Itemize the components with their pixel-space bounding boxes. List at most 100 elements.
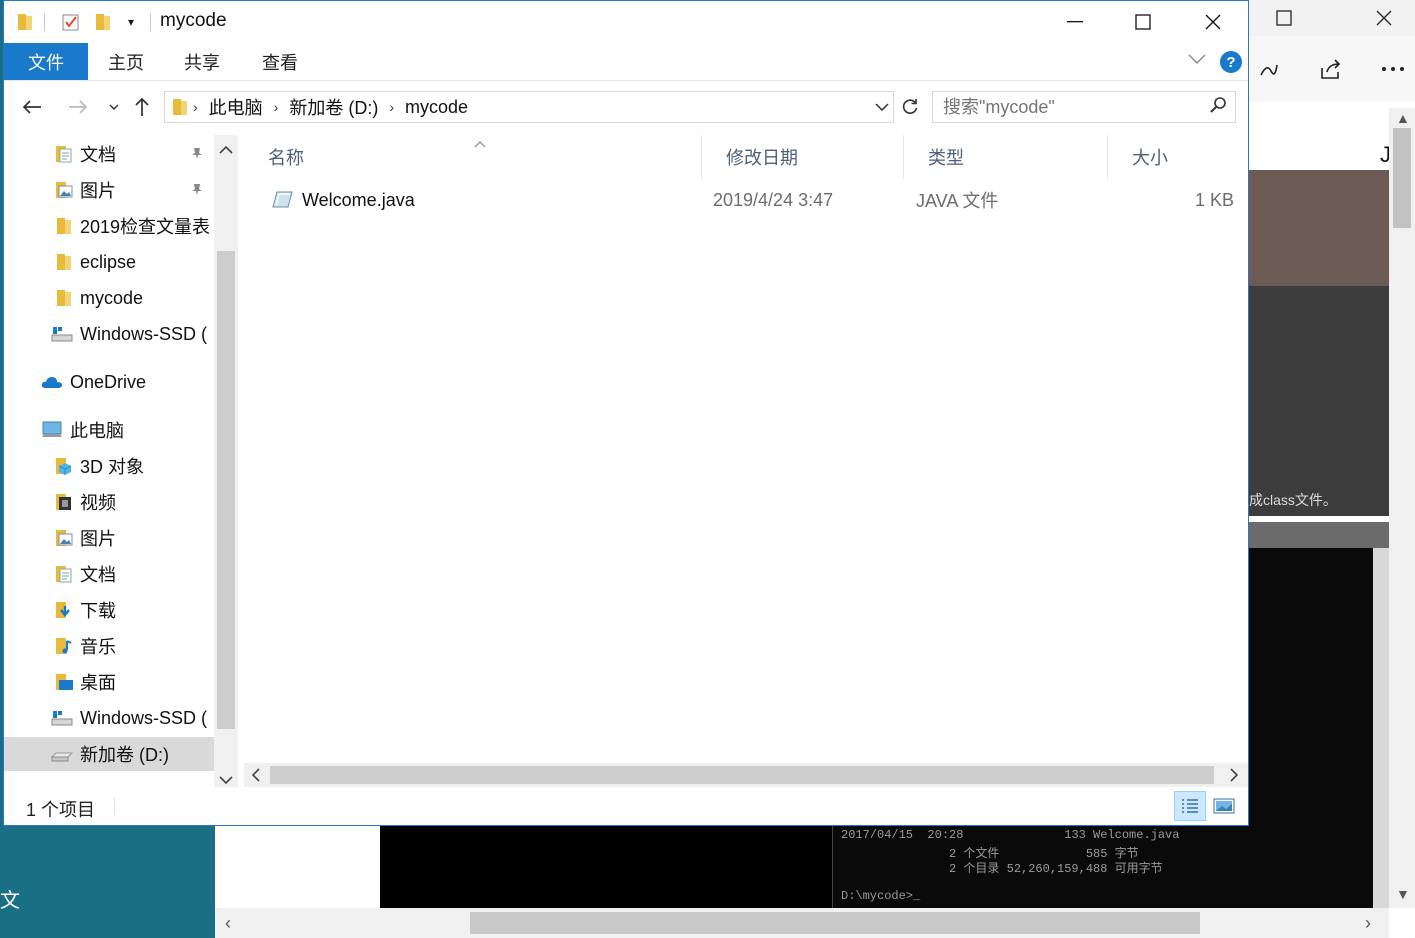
- nav-item-documents[interactable]: 文档: [4, 557, 214, 591]
- cmd-line: D:\mycode>_: [841, 889, 921, 903]
- breadcrumb-separator-icon[interactable]: ›: [385, 99, 398, 115]
- arrow-left-icon: [22, 100, 41, 114]
- pictures-icon: [54, 180, 74, 200]
- close-button[interactable]: [1178, 1, 1248, 43]
- folder-icon: [14, 11, 36, 33]
- scroll-down-icon[interactable]: [219, 771, 233, 787]
- large-icons-view-button[interactable]: [1208, 791, 1240, 821]
- column-header-size[interactable]: 大小: [1108, 135, 1244, 179]
- scrollbar-thumb[interactable]: [470, 912, 1200, 934]
- scroll-left-icon[interactable]: [251, 768, 260, 785]
- scroll-down-icon[interactable]: ▼: [1396, 886, 1410, 902]
- nav-pane-scrollbar[interactable]: [214, 135, 238, 787]
- background-maximize-button[interactable]: [1253, 0, 1315, 36]
- breadcrumb-mycode[interactable]: mycode: [398, 97, 475, 118]
- nav-item-label: 图片: [80, 181, 116, 201]
- background-vertical-scrollbar[interactable]: ▲ ▼: [1389, 108, 1415, 908]
- scroll-right-icon[interactable]: ›: [1365, 913, 1371, 934]
- tab-share[interactable]: 共享: [168, 43, 236, 80]
- breadcrumb-drive-d[interactable]: 新加卷 (D:): [282, 94, 385, 120]
- more-icon[interactable]: [1373, 54, 1413, 84]
- table-row[interactable]: Welcome.java 2019/4/24 3:47 JAVA 文件 1 KB: [244, 183, 1248, 217]
- properties-icon[interactable]: [60, 11, 82, 33]
- nav-item-3d-objects[interactable]: 3D 对象: [4, 449, 214, 483]
- scroll-right-icon[interactable]: [1230, 768, 1239, 785]
- address-toolbar: › 此电脑 › 新加卷 (D:) › mycode: [4, 81, 1248, 133]
- back-button[interactable]: [18, 93, 46, 121]
- scrollbar-thumb[interactable]: [217, 251, 235, 729]
- new-folder-icon[interactable]: [92, 11, 114, 33]
- cloud-icon: [40, 372, 64, 392]
- pictures-icon: [54, 528, 74, 548]
- nav-item-onedrive[interactable]: OneDrive: [4, 365, 214, 399]
- nav-item-2019-folder[interactable]: 2019检查文量表: [4, 209, 214, 243]
- status-bar: 1 个项目: [4, 787, 1248, 825]
- desktop-icon: [54, 672, 74, 692]
- scroll-left-icon[interactable]: ‹: [225, 913, 231, 934]
- nav-item-desktop[interactable]: 桌面: [4, 665, 214, 699]
- recent-locations-button[interactable]: [100, 93, 128, 121]
- expand-ribbon-icon[interactable]: [1188, 51, 1206, 69]
- nav-item-label: 文档: [80, 565, 116, 585]
- share-icon[interactable]: [1311, 54, 1351, 84]
- cmd-scrollbar[interactable]: [1373, 548, 1389, 908]
- nav-item-eclipse[interactable]: eclipse: [4, 245, 214, 279]
- nav-item-videos[interactable]: 视频: [4, 485, 214, 519]
- separator: [114, 797, 115, 815]
- background-close-button[interactable]: [1353, 0, 1415, 36]
- search-box[interactable]: [932, 91, 1236, 123]
- document-icon: [54, 144, 74, 164]
- tab-home[interactable]: 主页: [92, 43, 160, 80]
- nav-item-label: 视频: [80, 493, 116, 513]
- maximize-button[interactable]: [1108, 1, 1178, 43]
- nav-item-this-pc[interactable]: 此电脑: [4, 413, 214, 447]
- column-header-type[interactable]: 类型: [904, 135, 1108, 179]
- nav-item-mycode[interactable]: mycode: [4, 281, 214, 315]
- nav-item-downloads[interactable]: 下载: [4, 593, 214, 627]
- nav-item-documents-pinned[interactable]: 文档: [4, 137, 214, 171]
- nav-item-pictures[interactable]: 图片: [4, 521, 214, 555]
- search-input[interactable]: [943, 93, 1203, 121]
- breadcrumb-this-pc[interactable]: 此电脑: [202, 94, 270, 120]
- nav-item-windows-ssd-pc[interactable]: Windows-SSD (: [4, 701, 214, 735]
- column-header-name[interactable]: 名称: [244, 135, 702, 179]
- background-dark-panel: [1249, 286, 1389, 516]
- chevron-down-icon: [875, 103, 889, 112]
- file-list-horizontal-scrollbar[interactable]: [244, 763, 1248, 787]
- file-list: 名称 修改日期 类型 大小 Welcome.java 2019/4/24 3:4…: [244, 135, 1248, 787]
- item-count: 1 个项目: [26, 800, 96, 820]
- pin-icon[interactable]: [190, 146, 204, 163]
- minimize-button[interactable]: [1040, 1, 1110, 43]
- java-file-icon: [270, 183, 294, 217]
- forward-button[interactable]: [64, 93, 92, 121]
- nav-item-music[interactable]: 音乐: [4, 629, 214, 663]
- refresh-button[interactable]: [897, 93, 923, 121]
- scroll-up-icon[interactable]: [219, 141, 233, 157]
- background-horizontal-scrollbar[interactable]: ‹ ›: [215, 908, 1389, 938]
- maximize-icon: [1276, 10, 1292, 26]
- address-history-button[interactable]: [875, 98, 889, 114]
- help-icon[interactable]: ?: [1220, 51, 1242, 73]
- nav-item-drive-d[interactable]: 新加卷 (D:): [4, 737, 214, 771]
- pin-icon[interactable]: [190, 182, 204, 199]
- tab-file[interactable]: 文件: [4, 43, 88, 80]
- column-header-modified[interactable]: 修改日期: [702, 135, 904, 179]
- separator: [44, 13, 45, 31]
- breadcrumb-separator-icon[interactable]: ›: [189, 99, 202, 115]
- details-view-button[interactable]: [1174, 791, 1206, 821]
- scrollbar-thumb[interactable]: [270, 766, 1214, 784]
- scroll-up-icon[interactable]: ▲: [1396, 110, 1410, 126]
- minimize-icon: [1067, 21, 1083, 23]
- customize-quick-access-icon[interactable]: ▾: [120, 11, 142, 33]
- address-bar[interactable]: › 此电脑 › 新加卷 (D:) › mycode: [164, 91, 894, 123]
- breadcrumb-separator-icon[interactable]: ›: [270, 99, 283, 115]
- up-button[interactable]: [128, 93, 156, 121]
- cmd-line: 2017/04/15 20:28 133 Welcome.java: [841, 828, 1180, 842]
- pen-icon[interactable]: [1249, 54, 1289, 84]
- nav-item-windows-ssd[interactable]: Windows-SSD (: [4, 317, 214, 351]
- nav-item-pictures-pinned[interactable]: 图片: [4, 173, 214, 207]
- scrollbar-thumb[interactable]: [1393, 128, 1411, 228]
- search-icon[interactable]: [1209, 96, 1227, 119]
- folder-icon: [171, 97, 189, 117]
- tab-view[interactable]: 查看: [246, 43, 314, 80]
